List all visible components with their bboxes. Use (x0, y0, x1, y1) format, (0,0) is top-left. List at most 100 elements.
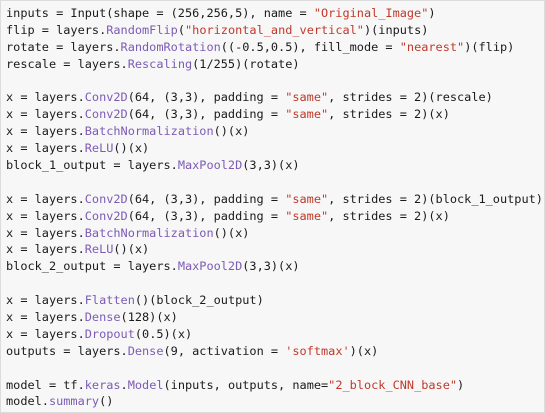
code-token: )(flip) (464, 39, 515, 54)
code-token: x = layers. (6, 124, 85, 139)
code-token: (64, (3,3), padding = (127, 107, 286, 122)
code-token: x = layers. (6, 191, 85, 206)
code-token: flip = layers. (6, 22, 107, 37)
code-token: inputs = Input(shape = (256,256,5), name… (6, 6, 314, 20)
code-line: x = layers.BatchNormalization()(x) (6, 123, 544, 140)
code-line: x = layers.Conv2D(64, (3,3), padding = "… (6, 89, 544, 106)
function-token: Dropout (84, 326, 135, 341)
string-token: 'softmax' (285, 343, 350, 358)
code-line: rotate = layers.RandomRotation((-0.5,0.5… (6, 39, 544, 56)
function-token: Rescaling (127, 56, 193, 71)
code-token: x = layers. (6, 208, 85, 223)
function-token: RandomRotation (120, 39, 221, 54)
string-token: "same" (285, 208, 329, 223)
code-line: rescale = layers.Rescaling(1/255)(rotate… (6, 56, 544, 73)
string-token: "same" (285, 191, 329, 206)
function-token: summary (48, 394, 100, 409)
function-token: Conv2D (84, 191, 128, 206)
code-token: (64, (3,3), padding = (127, 90, 286, 105)
code-token: (64, (3,3), padding = (127, 191, 286, 206)
code-line: inputs = Input(shape = (256,256,5), name… (6, 5, 544, 22)
code-token: ()(block_2_output) (134, 293, 264, 308)
code-token: x = layers. (6, 242, 85, 257)
code-token: block_1_output = layers. (6, 158, 178, 173)
code-token: ( (177, 22, 185, 37)
code-token: , strides = 2)(x) (328, 107, 450, 122)
code-line: x = layers.ReLU()(x) (6, 140, 544, 157)
function-token: BatchNormalization (84, 124, 214, 139)
code-token: x = layers. (6, 293, 85, 308)
code-token: )(x) (349, 343, 379, 358)
code-line: model.summary() (6, 393, 544, 410)
code-token: , strides = 2)(x) (328, 208, 450, 223)
code-token: , strides = 2)(block_1_output) (328, 191, 543, 206)
code-line: x = layers.ReLU()(x) (6, 241, 544, 258)
function-token: MaxPool2D (177, 259, 243, 274)
code-editor-cell[interactable]: inputs = Input(shape = (256,256,5), name… (0, 0, 545, 413)
function-token: MaxPool2D (177, 158, 243, 173)
code-line: x = layers.Conv2D(64, (3,3), padding = "… (6, 106, 544, 123)
code-line: x = layers.Dense(128)(x) (6, 309, 544, 326)
function-token: ReLU (84, 141, 114, 156)
function-token: RandomFlip (106, 22, 178, 37)
function-token: Dense (84, 310, 121, 325)
function-token: Flatten (84, 293, 135, 308)
code-token: . (120, 377, 128, 392)
code-line: x = layers.Conv2D(64, (3,3), padding = "… (6, 191, 544, 208)
code-token: x = layers. (6, 141, 85, 156)
function-token: Conv2D (84, 90, 128, 105)
code-token: () (99, 394, 114, 409)
code-line: block_2_output = layers.MaxPool2D(3,3)(x… (6, 258, 544, 275)
string-token: "same" (285, 107, 329, 122)
code-token: ()(x) (113, 141, 150, 156)
code-token: (0.5)(x) (134, 326, 193, 341)
function-token: Model (127, 377, 164, 392)
code-token: x = layers. (6, 225, 85, 240)
string-token: "nearest" (399, 39, 465, 54)
code-line: flip = layers.RandomFlip("horizontal_and… (6, 22, 544, 39)
code-token: (64, (3,3), padding = (127, 208, 286, 223)
code-token: model = tf. (6, 377, 85, 392)
code-token: rescale = layers. (6, 56, 128, 71)
code-token: , strides = 2)(rescale) (328, 90, 493, 105)
string-token: "horizontal_and_vertical" (185, 22, 364, 37)
code-token: x = layers. (6, 90, 85, 105)
code-token: model. (6, 394, 49, 409)
code-token: (128)(x) (120, 310, 178, 325)
code-token: ((-0.5,0.5), fill_mode = (220, 39, 400, 54)
string-token: "Original_Image" (313, 6, 429, 20)
code-line: x = layers.BatchNormalization()(x) (6, 225, 544, 242)
code-token: ) (428, 6, 436, 20)
code-token: (1/255)(rotate) (192, 56, 300, 71)
code-token: ()(x) (213, 124, 250, 139)
string-token: "2_block_CNN_base" (328, 377, 458, 392)
function-token: Conv2D (84, 208, 128, 223)
code-line: x = layers.Flatten()(block_2_output) (6, 292, 544, 309)
code-token: )(inputs) (363, 22, 429, 37)
code-token: ()(x) (213, 225, 250, 240)
code-line: x = layers.Conv2D(64, (3,3), padding = "… (6, 208, 544, 225)
code-token: block_2_output = layers. (6, 259, 178, 274)
code-token: ) (457, 377, 465, 392)
code-token: (3,3)(x) (242, 259, 300, 274)
code-token: outputs = layers. (6, 343, 128, 358)
code-token: x = layers. (6, 107, 85, 122)
code-token: (3,3)(x) (242, 158, 300, 173)
code-line: x = layers.Dropout(0.5)(x) (6, 326, 544, 343)
function-token: Conv2D (84, 107, 128, 122)
code-token: x = layers. (6, 310, 85, 325)
function-token: ReLU (84, 242, 114, 257)
code-token: (9, activation = (163, 343, 286, 358)
code-token: x = layers. (6, 326, 85, 341)
string-token: "same" (285, 90, 329, 105)
code-token: (inputs, outputs, name= (163, 377, 329, 392)
function-token: Dense (127, 343, 164, 358)
function-token: BatchNormalization (84, 225, 214, 240)
code-token: ()(x) (113, 242, 150, 257)
code-line: outputs = layers.Dense(9, activation = '… (6, 343, 544, 360)
code-token: rotate = layers. (6, 39, 121, 54)
